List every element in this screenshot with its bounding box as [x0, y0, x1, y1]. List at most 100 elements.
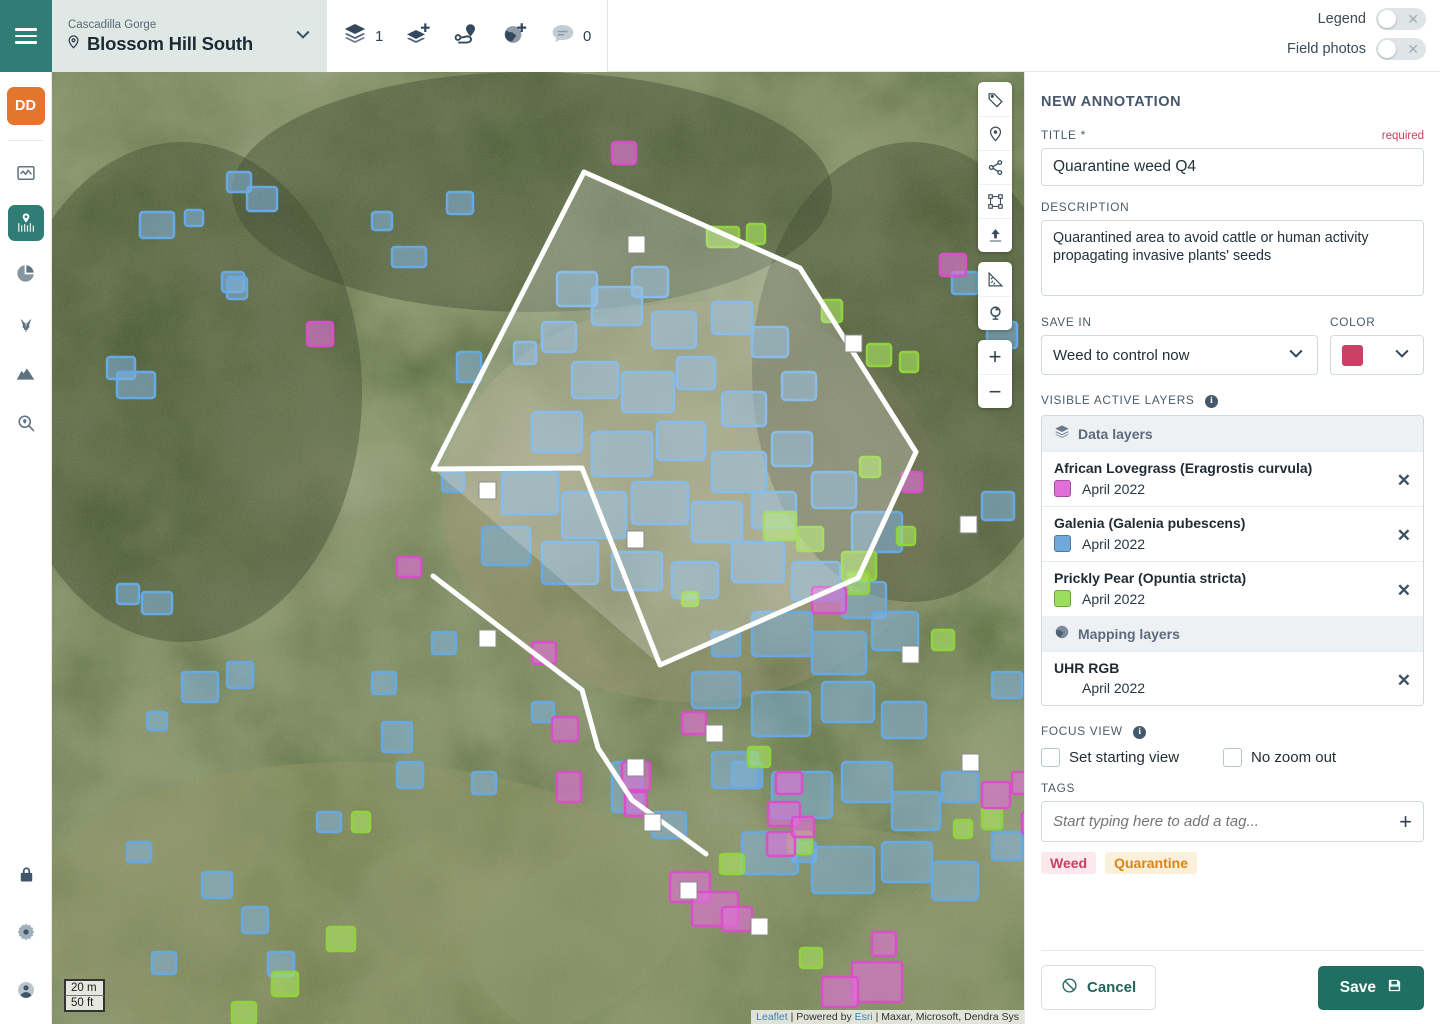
title-field-label: TITLE * — [1041, 128, 1086, 142]
compass-icon[interactable] — [978, 296, 1012, 330]
layer-name: Galenia (Galenia pubescens) — [1054, 515, 1411, 531]
color-label: COLOR — [1330, 315, 1424, 329]
focus-view-section: FOCUS VIEW i Set starting viewNo zoom ou… — [1041, 722, 1424, 767]
sidebar-item-terrain[interactable] — [8, 355, 44, 391]
description-field-label: DESCRIPTION — [1041, 200, 1424, 214]
attribution-suffix: | Maxar, Microsoft, Dendra Sys — [873, 1011, 1019, 1023]
block-icon — [1061, 977, 1078, 998]
layer-group-header: Data layers — [1042, 416, 1423, 451]
scale-metric: 20 m — [64, 979, 105, 995]
layer-name: African Lovegrass (Eragrostis curvula) — [1054, 460, 1411, 476]
sidebar-item-account[interactable] — [8, 972, 44, 1008]
layer-group-header: Mapping layers — [1042, 616, 1423, 651]
color-swatch — [1342, 345, 1363, 366]
save-in-select[interactable]: Weed to control now — [1041, 335, 1318, 375]
zoom-out-button[interactable]: − — [978, 374, 1012, 408]
checkbox-label: Set starting view — [1069, 749, 1179, 766]
layer-item[interactable]: African Lovegrass (Eragrostis curvula)Ap… — [1042, 451, 1423, 506]
site-group-label: Cascadilla Gorge — [66, 18, 293, 32]
avatar[interactable]: DD — [7, 87, 45, 125]
close-icon[interactable]: ✕ — [1397, 471, 1411, 491]
close-icon[interactable]: ✕ — [1397, 671, 1411, 691]
left-rail: DD — [0, 72, 52, 1024]
description-textarea[interactable] — [1041, 220, 1424, 296]
menu-button[interactable] — [0, 0, 52, 72]
save-label: Save — [1340, 979, 1376, 997]
rail-bottom-nav — [0, 856, 52, 1008]
tag-chip[interactable]: Weed — [1041, 852, 1096, 874]
tag-input-wrapper: + — [1041, 801, 1424, 842]
page-title: NEW ANNOTATION — [1041, 94, 1424, 110]
layer-name: UHR RGB — [1054, 660, 1411, 676]
layers-stack-icon — [343, 22, 367, 51]
map-zoom-controls[interactable]: + − — [978, 340, 1012, 408]
plus-icon[interactable]: + — [1399, 811, 1412, 833]
sidebar-item-security[interactable] — [8, 856, 44, 892]
globe-icon — [1054, 624, 1070, 643]
sidebar-item-settings[interactable] — [8, 914, 44, 950]
site-selector[interactable]: Cascadilla Gorge Blossom Hill South — [52, 0, 327, 72]
close-icon[interactable]: ✕ — [1397, 581, 1411, 601]
legend-toggle-row[interactable]: Legend ✕ — [1318, 8, 1426, 30]
layer-group-label: Mapping layers — [1078, 626, 1180, 642]
field-photos-toggle-row[interactable]: Field photos ✕ — [1287, 38, 1426, 60]
tag-chips: Weed Quarantine — [1041, 852, 1424, 874]
layer-date: April 2022 — [1082, 591, 1145, 607]
scale-imperial: 50 ft — [64, 995, 105, 1012]
checkbox-box[interactable] — [1041, 748, 1060, 767]
polygon-icon[interactable] — [978, 184, 1012, 218]
new-annotation-panel: NEW ANNOTATION TITLE * required DESCRIPT… — [1024, 72, 1440, 1024]
sidebar-item-map[interactable] — [8, 205, 44, 241]
sidebar-item-analytics[interactable] — [8, 255, 44, 291]
comments-tool[interactable]: 0 — [535, 0, 608, 72]
toggle-knob — [1378, 40, 1396, 58]
title-input[interactable] — [1041, 148, 1424, 186]
map-tools-primary[interactable] — [978, 82, 1012, 252]
layer-item[interactable]: Galenia (Galenia pubescens)April 2022✕ — [1042, 506, 1423, 561]
layer-color-swatch — [1054, 590, 1071, 607]
info-icon[interactable]: i — [1205, 395, 1218, 408]
upload-icon[interactable] — [978, 218, 1012, 252]
close-icon[interactable]: ✕ — [1397, 526, 1411, 546]
tag-input[interactable] — [1041, 801, 1424, 842]
map-scalebar: 20 m 50 ft — [64, 979, 105, 1012]
tag-icon[interactable] — [978, 82, 1012, 116]
share-icon[interactable] — [978, 150, 1012, 184]
sidebar-item-species[interactable] — [8, 305, 44, 341]
map-attribution: Leaflet | Powered by Esri | Maxar, Micro… — [751, 1010, 1024, 1024]
sidebar-item-dashboard[interactable] — [8, 155, 44, 191]
legend-toggle[interactable]: ✕ — [1376, 8, 1426, 30]
focus-view-checkbox[interactable]: Set starting view — [1041, 748, 1179, 767]
layer-meta: April 2022 — [1054, 590, 1411, 607]
layer-item[interactable]: UHR RGBApril 2022✕ — [1042, 651, 1423, 705]
map-tools-measure[interactable] — [978, 262, 1012, 330]
cancel-button[interactable]: Cancel — [1041, 965, 1156, 1010]
required-indicator: required — [1382, 130, 1424, 142]
add-globe-icon — [502, 22, 528, 51]
tags-label: TAGS — [1041, 781, 1424, 795]
map-toolbar[interactable]: + − — [978, 82, 1012, 408]
chevron-down-icon[interactable] — [293, 24, 313, 49]
esri-link[interactable]: Esri — [855, 1011, 873, 1023]
layer-item[interactable]: Prickly Pear (Opuntia stricta)April 2022… — [1042, 561, 1423, 616]
map-pin-icon[interactable] — [978, 116, 1012, 150]
ruler-icon[interactable] — [978, 262, 1012, 296]
focus-view-checkbox[interactable]: No zoom out — [1223, 748, 1336, 767]
floppy-disk-icon — [1387, 978, 1402, 998]
field-photos-toggle[interactable]: ✕ — [1376, 38, 1426, 60]
chevron-down-icon — [1286, 343, 1306, 368]
color-select[interactable] — [1330, 335, 1424, 375]
layer-color-swatch — [1054, 480, 1071, 497]
checkbox-box[interactable] — [1223, 748, 1242, 767]
map-canvas[interactable]: + − 20 m 50 ft Leaflet | Powered by Esri… — [52, 72, 1024, 1024]
save-in-label: SAVE IN — [1041, 315, 1318, 329]
leaflet-link[interactable]: Leaflet — [756, 1011, 788, 1023]
rail-divider — [8, 140, 43, 141]
save-button[interactable]: Save — [1318, 966, 1424, 1010]
toggle-off-x-icon: ✕ — [1407, 10, 1419, 28]
tag-chip[interactable]: Quarantine — [1105, 852, 1197, 874]
sidebar-item-inspect[interactable] — [8, 405, 44, 441]
annotation-polygon[interactable] — [52, 72, 1024, 1024]
info-icon[interactable]: i — [1133, 726, 1146, 739]
zoom-in-button[interactable]: + — [978, 340, 1012, 374]
